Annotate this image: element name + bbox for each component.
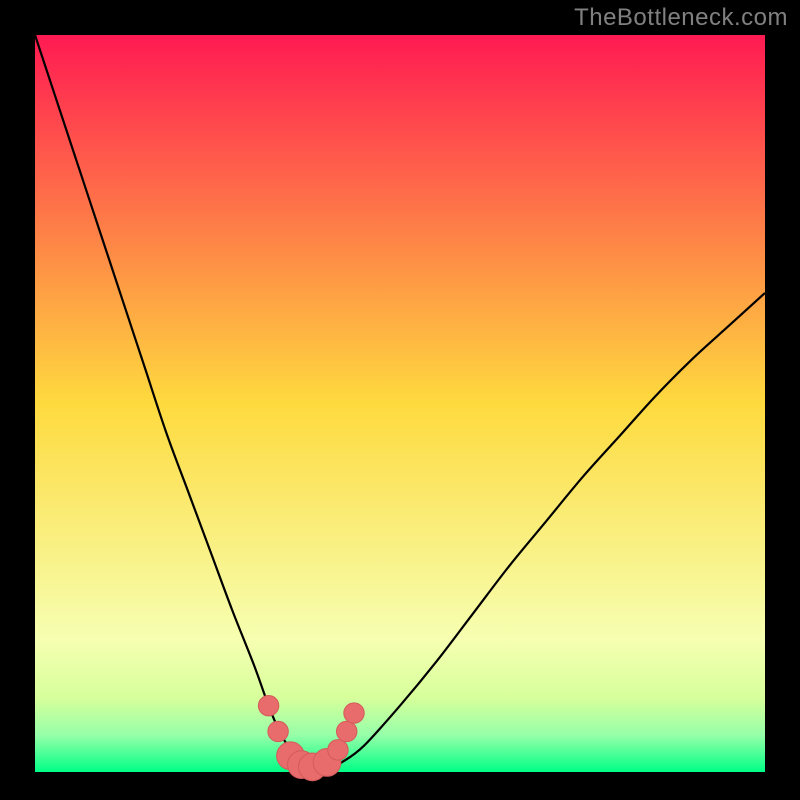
marker-dot: [344, 703, 364, 723]
chart-frame: TheBottleneck.com: [0, 0, 800, 800]
marker-dot: [336, 721, 356, 741]
watermark-text: TheBottleneck.com: [574, 4, 788, 32]
marker-dot: [268, 721, 288, 741]
marker-dot: [328, 740, 348, 760]
marker-dot: [258, 695, 278, 715]
gradient-background: [35, 35, 765, 772]
bottleneck-chart: [0, 0, 800, 800]
